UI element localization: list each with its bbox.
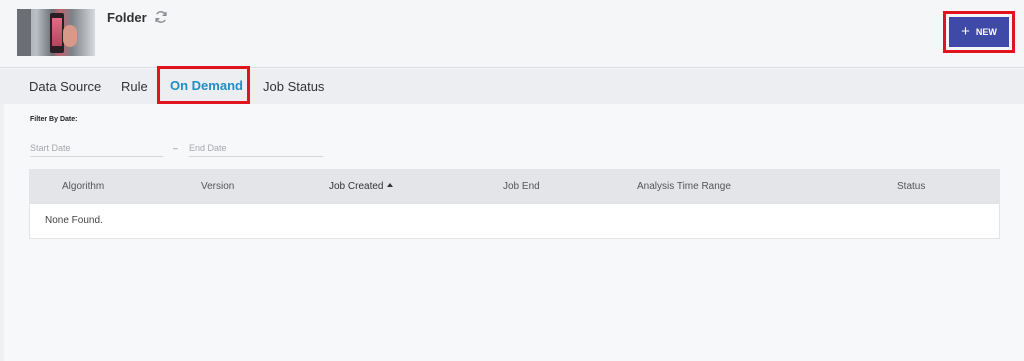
date-separator: –	[173, 143, 179, 153]
tab-bar: Data Source Rule On Demand Job Status	[0, 69, 1024, 104]
sort-ascending-icon	[387, 183, 394, 187]
column-job-end[interactable]: Job End	[503, 181, 540, 192]
column-job-created-label: Job Created	[329, 181, 384, 192]
new-button[interactable]: + NEW	[949, 17, 1009, 47]
tab-highlight	[157, 66, 250, 104]
filter-label: Filter By Date:	[30, 116, 78, 123]
column-analysis-time-range[interactable]: Analysis Time Range	[637, 181, 731, 192]
folder-thumbnail	[17, 9, 95, 56]
column-algorithm[interactable]: Algorithm	[62, 181, 104, 192]
folder-title: Folder	[107, 10, 147, 25]
column-job-created[interactable]: Job Created	[329, 181, 394, 192]
tab-rule[interactable]: Rule	[121, 79, 148, 94]
empty-message: None Found.	[45, 215, 103, 226]
column-status[interactable]: Status	[897, 181, 925, 192]
refresh-icon[interactable]	[154, 10, 168, 24]
tab-job-status[interactable]: Job Status	[263, 79, 324, 94]
end-date-input[interactable]	[189, 139, 323, 157]
new-button-highlight: + NEW	[943, 11, 1015, 53]
plus-icon: +	[961, 23, 970, 40]
jobs-table: Algorithm Version Job Created Job End An…	[29, 169, 1000, 239]
left-edge	[0, 104, 4, 361]
start-date-input[interactable]	[30, 139, 163, 157]
table-header: Algorithm Version Job Created Job End An…	[30, 170, 999, 204]
new-button-label: NEW	[975, 27, 997, 37]
tab-data-source[interactable]: Data Source	[29, 79, 101, 94]
page-header: Folder	[0, 0, 1024, 68]
column-version[interactable]: Version	[201, 181, 234, 192]
